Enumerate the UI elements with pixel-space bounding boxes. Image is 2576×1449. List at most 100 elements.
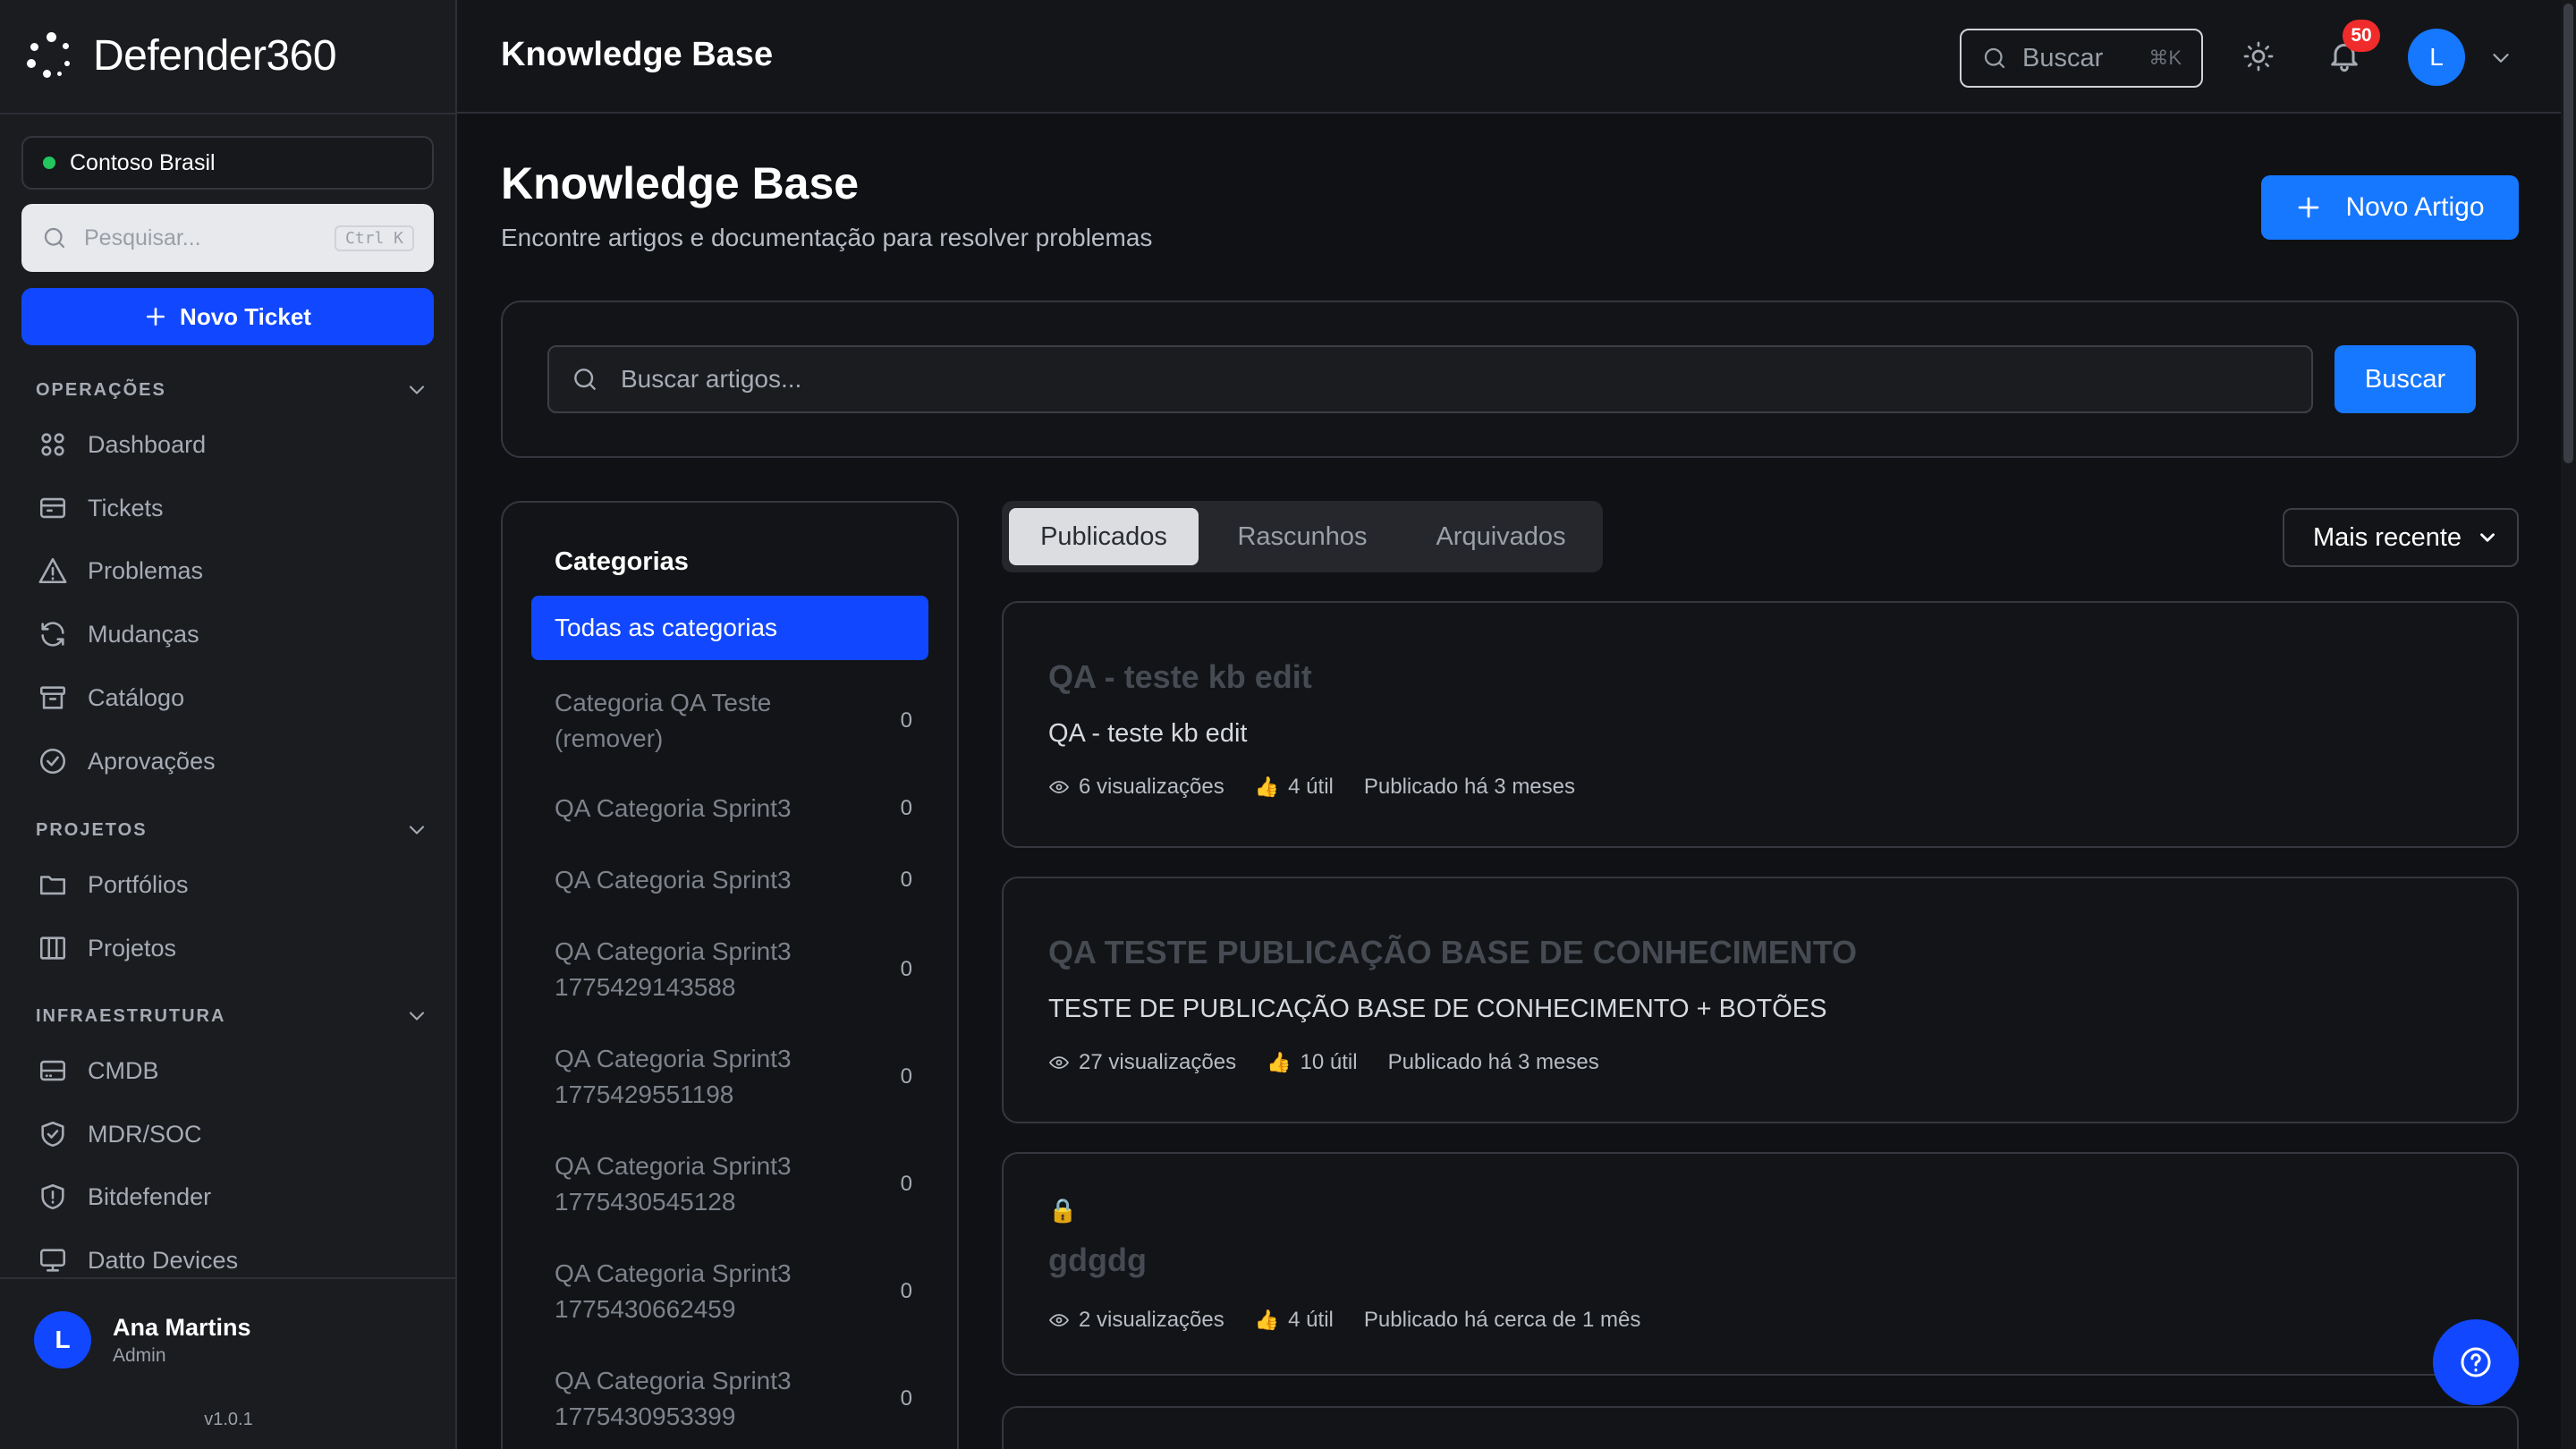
article-excerpt: QA - teste kb edit: [1048, 719, 1248, 748]
search-icon: [574, 369, 596, 390]
folder-icon: [39, 876, 66, 895]
sidebar-item-catalogo[interactable]: Catálogo: [38, 682, 184, 713]
category-count: 0: [900, 1172, 912, 1196]
new-article-label: Novo Artigo: [2345, 192, 2485, 222]
tab-rascunhos[interactable]: Rascunhos: [1213, 508, 1392, 565]
page-subtitle: Encontre artigos e documentação para res…: [501, 224, 1153, 251]
article-search-panel: Buscar artigos... Buscar: [501, 301, 2519, 458]
article-meta: 6 visualizações 👍 4 útil Publicado há 3 m…: [1048, 775, 1575, 800]
article-useful: 4 útil: [1288, 775, 1334, 799]
category-name: QA Categoria Sprint3 1775429143588: [555, 937, 792, 1001]
sort-value: Mais recente: [2313, 522, 2462, 552]
shield-icon: [41, 1183, 64, 1210]
category-item[interactable]: QA Categoria Sprint3 1775430662459 0: [555, 1256, 912, 1327]
shield-check-icon: [41, 1121, 64, 1148]
thumbs-up-icon: 👍: [1254, 775, 1280, 798]
sidebar-item-portfolios[interactable]: Portfólios: [38, 869, 189, 900]
sidebar-item-datto-devices[interactable]: Datto Devices: [38, 1245, 238, 1275]
article-title[interactable]: QA - teste kb edit: [1048, 658, 1312, 696]
user-name: Ana Martins: [113, 1313, 251, 1341]
article-title[interactable]: gdgdg: [1048, 1241, 1147, 1279]
category-count: 0: [900, 1064, 912, 1089]
article-card[interactable]: 🔒 gdgdg 2 visualizações 👍 4 útil Publicad…: [1002, 1152, 2519, 1376]
categories-panel: Categorias Todas as categorias Categoria…: [501, 501, 959, 1449]
category-name: QA Categoria Sprint3 1775430545128: [555, 1152, 792, 1216]
category-name: QA Categoria Sprint3: [555, 866, 792, 894]
section-projetos[interactable]: PROJETOS: [36, 818, 429, 843]
category-name: QA Categoria Sprint3 1775429551198: [555, 1045, 792, 1108]
sidebar-search-input[interactable]: Pesquisar... Ctrl K: [21, 204, 434, 272]
divider: [0, 113, 457, 114]
status-dot: [43, 157, 55, 169]
sidebar-item-aprovacoes[interactable]: Aprovações: [38, 746, 216, 776]
tenant-selector[interactable]: Contoso Brasil: [21, 136, 434, 190]
sidebar-item-label: Bitdefender: [88, 1182, 212, 1210]
category-all[interactable]: Todas as categorias: [531, 596, 928, 660]
article-meta: 2 visualizações 👍 4 útil Publicado há cer…: [1048, 1308, 1640, 1333]
new-article-button[interactable]: Novo Artigo: [2261, 175, 2519, 240]
tab-publicados[interactable]: Publicados: [1009, 508, 1199, 565]
sidebar-item-label: Mudanças: [88, 620, 199, 648]
page-header-title: Knowledge Base: [501, 36, 774, 73]
sidebar-item-tickets[interactable]: Tickets: [38, 493, 164, 523]
eye-icon: [1049, 1056, 1069, 1069]
sidebar-item-label: Problemas: [88, 556, 204, 584]
sidebar-item-mdr-soc[interactable]: MDR/SOC: [38, 1119, 202, 1149]
article-search-input[interactable]: Buscar artigos...: [547, 345, 2313, 413]
user-menu-toggle[interactable]: [2487, 45, 2514, 72]
category-count: 0: [900, 1279, 912, 1303]
new-ticket-button[interactable]: Novo Ticket: [21, 288, 434, 345]
article-useful: 4 útil: [1288, 1308, 1334, 1332]
category-name: Categoria QA Teste (remover): [555, 689, 772, 752]
tab-arquivados[interactable]: Arquivados: [1406, 508, 1596, 565]
article-title[interactable]: QA TESTE PUBLICAÇÃO BASE DE CONHECIMENTO: [1048, 934, 1857, 971]
article-published: Publicado há 3 meses: [1363, 775, 1576, 799]
scrollbar-thumb[interactable]: [2563, 4, 2573, 463]
category-item[interactable]: Categoria QA Teste (remover) 0: [555, 685, 912, 757]
eye-icon: [1049, 1314, 1069, 1326]
user-profile[interactable]: L Ana Martins Admin: [34, 1311, 251, 1368]
sidebar-item-projetos[interactable]: Projetos: [38, 933, 176, 963]
category-count: 0: [900, 957, 912, 981]
category-count: 0: [900, 868, 912, 892]
chevron-down-icon: [409, 386, 425, 394]
search-button[interactable]: Buscar: [2334, 345, 2476, 413]
category-item[interactable]: QA Categoria Sprint3 1775430545128 0: [555, 1148, 912, 1220]
sidebar-item-dashboard[interactable]: Dashboard: [38, 429, 206, 460]
sidebar-item-problemas[interactable]: Problemas: [38, 555, 203, 586]
help-button[interactable]: [2433, 1319, 2519, 1405]
section-operacoes[interactable]: OPERAÇÕES: [36, 377, 429, 402]
ticket-icon: [39, 497, 66, 519]
category-item[interactable]: QA Categoria Sprint3 1775430953399 0: [555, 1363, 912, 1435]
theme-toggle-button[interactable]: [2242, 40, 2275, 72]
section-title: INFRAESTRUTURA: [36, 1005, 226, 1026]
article-search-placeholder: Buscar artigos...: [621, 365, 802, 393]
sidebar-item-bitdefender[interactable]: Bitdefender: [38, 1182, 211, 1212]
check-circle-icon: [39, 748, 66, 775]
user-avatar-button[interactable]: L: [2408, 29, 2465, 86]
category-item[interactable]: QA Categoria Sprint3 0: [555, 791, 912, 826]
sidebar-item-mudancas[interactable]: Mudanças: [38, 619, 199, 649]
chevron-down-icon: [409, 1012, 425, 1021]
article-card[interactable]: QA - teste kb edit QA - teste kb edit 6 …: [1002, 601, 2519, 848]
category-item[interactable]: QA Categoria Sprint3 1775429551198 0: [555, 1041, 912, 1113]
thumbs-up-icon: 👍: [1254, 1309, 1280, 1331]
category-item[interactable]: QA Categoria Sprint3 1775429143588 0: [555, 934, 912, 1005]
section-infraestrutura[interactable]: INFRAESTRUTURA: [36, 1004, 429, 1029]
search-icon: [44, 227, 65, 249]
sort-select[interactable]: Mais recente: [2283, 508, 2519, 567]
article-card[interactable]: QA TESTE PUBLICAÇÃO BASE DE CONHECIMENTO…: [1002, 877, 2519, 1123]
categories-title: Categorias: [555, 547, 689, 576]
sidebar-item-label: Tickets: [88, 494, 164, 521]
sidebar-item-cmdb[interactable]: CMDB: [38, 1055, 159, 1086]
hard-drive-icon: [39, 1060, 66, 1081]
app-logo[interactable]: Defender360: [27, 29, 337, 82]
plus-icon: [147, 308, 165, 326]
warning-icon: [38, 557, 67, 584]
sidebar-item-label: Catálogo: [88, 683, 185, 711]
global-search-button[interactable]: Buscar ⌘K: [1960, 29, 2203, 88]
category-item[interactable]: QA Categoria Sprint3 0: [555, 862, 912, 898]
article-card[interactable]: [1002, 1406, 2519, 1449]
thumbs-up-icon: 👍: [1267, 1051, 1292, 1073]
article-published: Publicado há cerca de 1 mês: [1363, 1308, 1641, 1332]
